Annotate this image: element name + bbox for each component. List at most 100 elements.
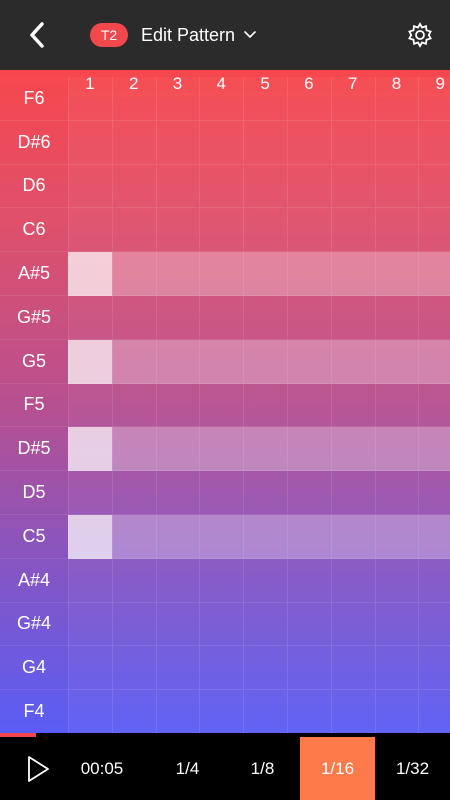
back-button[interactable]	[20, 18, 54, 52]
grid-cell[interactable]	[287, 471, 331, 515]
note-sustain-cell[interactable]	[330, 252, 375, 296]
grid-cell[interactable]	[155, 558, 200, 603]
note-sustain-cell[interactable]	[374, 427, 419, 472]
division-button[interactable]: 1/16	[300, 737, 375, 800]
grid-cell[interactable]	[330, 296, 375, 340]
grid-cell[interactable]	[287, 383, 331, 428]
grid-cell[interactable]	[330, 208, 375, 253]
note-sustain-cell[interactable]	[287, 339, 331, 384]
grid-cell[interactable]	[68, 164, 112, 209]
grid-cell[interactable]	[374, 208, 419, 253]
grid-cell[interactable]	[68, 602, 112, 647]
grid-cell[interactable]	[374, 690, 419, 733]
note-sustain-cell[interactable]	[374, 252, 419, 296]
grid-cell[interactable]	[287, 77, 331, 121]
grid-cell[interactable]	[68, 77, 112, 121]
grid-cell[interactable]	[243, 208, 287, 253]
grid-cell[interactable]	[155, 471, 200, 515]
grid-cell[interactable]	[68, 383, 112, 428]
grid-cell[interactable]	[68, 558, 112, 603]
grid-cell[interactable]	[243, 471, 287, 515]
grid-cell[interactable]	[418, 602, 450, 647]
grid-cell[interactable]	[155, 690, 200, 733]
note-sustain-cell[interactable]	[287, 515, 331, 559]
note-sustain-cell[interactable]	[418, 252, 450, 296]
note-sustain-cell[interactable]	[111, 427, 156, 472]
grid-cell[interactable]	[287, 208, 331, 253]
grid-cell[interactable]	[111, 120, 156, 165]
grid-cell[interactable]	[199, 558, 244, 603]
note-start-cell[interactable]	[68, 252, 112, 296]
track-badge[interactable]: T2	[90, 23, 128, 47]
grid-cell[interactable]	[287, 558, 331, 603]
grid-cell[interactable]	[68, 471, 112, 515]
grid-cell[interactable]	[330, 690, 375, 733]
grid-cell[interactable]	[243, 558, 287, 603]
grid-cell[interactable]	[155, 164, 200, 209]
grid-cell[interactable]	[68, 646, 112, 691]
grid-cell[interactable]	[199, 208, 244, 253]
grid-cell[interactable]	[199, 383, 244, 428]
grid-cell[interactable]	[418, 77, 450, 121]
grid-cell[interactable]	[111, 77, 156, 121]
grid-cell[interactable]	[111, 558, 156, 603]
grid-cell[interactable]	[418, 208, 450, 253]
grid-cell[interactable]	[374, 471, 419, 515]
grid-cell[interactable]	[374, 646, 419, 691]
grid-cell[interactable]	[287, 646, 331, 691]
note-sustain-cell[interactable]	[374, 339, 419, 384]
grid-cell[interactable]	[111, 602, 156, 647]
note-sustain-cell[interactable]	[330, 339, 375, 384]
grid-cell[interactable]	[418, 646, 450, 691]
grid-cell[interactable]	[155, 602, 200, 647]
grid-cell[interactable]	[243, 296, 287, 340]
settings-button[interactable]	[404, 19, 436, 51]
note-sustain-cell[interactable]	[330, 515, 375, 559]
grid-cell[interactable]	[243, 383, 287, 428]
grid-cell[interactable]	[111, 471, 156, 515]
grid-cell[interactable]	[330, 558, 375, 603]
grid-cell[interactable]	[243, 164, 287, 209]
grid-cell[interactable]	[199, 296, 244, 340]
grid-cell[interactable]	[155, 646, 200, 691]
grid-cell[interactable]	[111, 690, 156, 733]
grid-cell[interactable]	[418, 690, 450, 733]
grid-cell[interactable]	[68, 120, 112, 165]
grid-cell[interactable]	[330, 471, 375, 515]
note-sustain-cell[interactable]	[418, 515, 450, 559]
grid-cell[interactable]	[330, 164, 375, 209]
note-sustain-cell[interactable]	[330, 427, 375, 472]
note-sustain-cell[interactable]	[287, 427, 331, 472]
grid-cell[interactable]	[111, 164, 156, 209]
grid-cell[interactable]	[199, 120, 244, 165]
grid-cell[interactable]	[199, 602, 244, 647]
note-start-cell[interactable]	[68, 427, 112, 472]
grid-cell[interactable]	[199, 646, 244, 691]
grid-cell[interactable]	[155, 296, 200, 340]
grid-cell[interactable]	[68, 690, 112, 733]
note-sustain-cell[interactable]	[199, 252, 244, 296]
grid-cell[interactable]	[68, 208, 112, 253]
grid-cell[interactable]	[330, 120, 375, 165]
grid-cell[interactable]	[418, 296, 450, 340]
note-sustain-cell[interactable]	[155, 339, 200, 384]
note-sustain-cell[interactable]	[155, 252, 200, 296]
note-sustain-cell[interactable]	[111, 339, 156, 384]
note-sustain-cell[interactable]	[111, 515, 156, 559]
grid-cell[interactable]	[418, 120, 450, 165]
grid-cell[interactable]	[199, 471, 244, 515]
grid-cell[interactable]	[287, 690, 331, 733]
grid-cell[interactable]	[287, 120, 331, 165]
note-sustain-cell[interactable]	[243, 427, 287, 472]
grid-cell[interactable]	[374, 558, 419, 603]
grid-cell[interactable]	[111, 383, 156, 428]
note-sustain-cell[interactable]	[374, 515, 419, 559]
note-sustain-cell[interactable]	[243, 515, 287, 559]
grid-cell[interactable]	[155, 208, 200, 253]
grid-cell[interactable]	[330, 383, 375, 428]
grid-cell[interactable]	[374, 602, 419, 647]
grid-cell[interactable]	[374, 77, 419, 121]
note-sustain-cell[interactable]	[199, 427, 244, 472]
division-button[interactable]: 1/8	[225, 737, 300, 800]
grid-cell[interactable]	[287, 164, 331, 209]
